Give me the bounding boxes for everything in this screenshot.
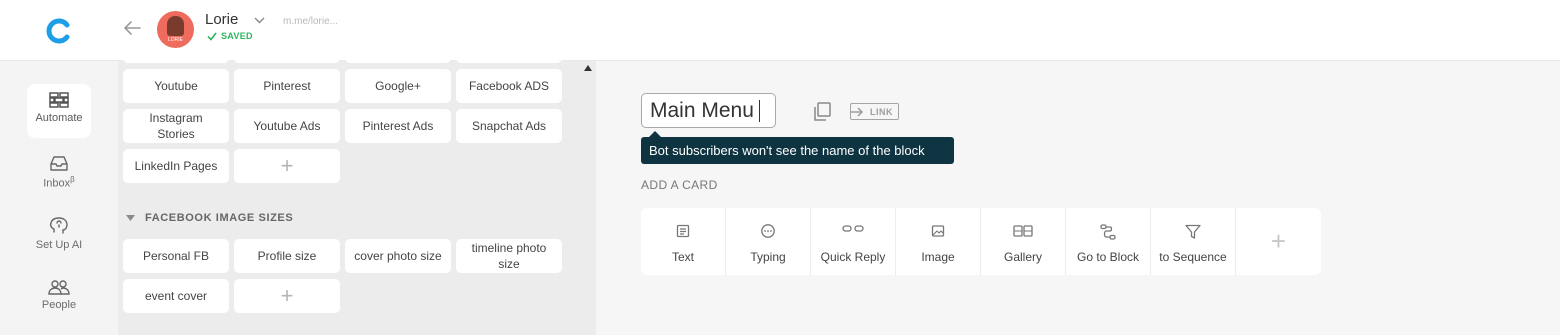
avatar-text: LORIE: [167, 37, 183, 43]
copy-icon[interactable]: [812, 102, 832, 122]
add-go-to-block-button[interactable]: Go to Block: [1066, 208, 1151, 275]
go-to-block-icon: [1100, 224, 1116, 240]
add-card-bar: Text Typing Quick Reply Image Gallery Go…: [641, 208, 1321, 275]
checkmark-icon: [207, 32, 217, 41]
block-name-tooltip: Bot subscribers won't see the name of th…: [641, 131, 954, 164]
chip-pinterest-ads[interactable]: Pinterest Ads: [345, 109, 451, 143]
cutoff-chip[interactable]: [123, 52, 229, 63]
cutoff-chip[interactable]: [345, 52, 451, 63]
section-toggle-facebook-image-sizes[interactable]: FACEBOOK IMAGE SIZES: [126, 212, 293, 224]
cutoff-chip[interactable]: [456, 52, 562, 63]
page-avatar[interactable]: LORIE: [157, 11, 194, 48]
cutoff-chip[interactable]: [234, 52, 340, 63]
add-typing-card-button[interactable]: Typing: [726, 208, 811, 275]
link-arrow-icon: [850, 107, 864, 117]
card-label-to-sequence: to Sequence: [1159, 250, 1227, 264]
text-cursor: [758, 99, 760, 122]
add-image-size-button[interactable]: +: [234, 279, 340, 313]
nav-item-automate[interactable]: Automate: [27, 84, 91, 138]
back-arrow-icon[interactable]: [120, 16, 144, 40]
nav-label-inbox: Inbox: [43, 177, 71, 190]
link-label: LINK: [870, 106, 893, 117]
add-image-card-button[interactable]: Image: [896, 208, 981, 275]
beta-badge: β: [70, 175, 75, 184]
chip-instagram-stories[interactable]: Instagram Stories: [123, 109, 229, 143]
avatar-figure: [167, 16, 184, 36]
chevron-down-icon[interactable]: [253, 14, 266, 27]
chip-linkedin-pages[interactable]: LinkedIn Pages: [123, 149, 229, 183]
nav-item-inbox[interactable]: Inboxβ: [27, 147, 91, 201]
chip-timeline-photo-size[interactable]: timeline photo size: [456, 239, 562, 273]
saved-label: SAVED: [221, 31, 253, 41]
card-label-plus: +: [1270, 226, 1287, 256]
block-name-text: Main Menu: [650, 98, 754, 122]
chip-youtube[interactable]: Youtube: [123, 69, 229, 103]
page-name[interactable]: Lorie: [205, 11, 238, 28]
text-card-icon: [676, 224, 690, 238]
triangle-down-icon: [126, 214, 135, 221]
add-plugin-button[interactable]: +: [234, 149, 340, 183]
add-to-sequence-button[interactable]: to Sequence: [1151, 208, 1236, 275]
block-name-input[interactable]: Main Menu: [641, 93, 776, 128]
panel-scrollbar[interactable]: [580, 61, 596, 335]
scroll-up-arrow-icon[interactable]: [584, 64, 592, 72]
card-label-gallery: Gallery: [1003, 250, 1042, 264]
chip-personal-fb[interactable]: Personal FB: [123, 239, 229, 273]
card-label-typing: Typing: [750, 250, 786, 264]
chatfuel-logo-icon[interactable]: [44, 16, 74, 46]
gallery-icon: [1013, 225, 1033, 237]
add-text-card-button[interactable]: Text: [641, 208, 726, 275]
filter-icon: [1185, 224, 1201, 239]
nav-item-people[interactable]: People: [27, 271, 91, 325]
nav-label-automate: Automate: [35, 112, 83, 124]
chip-cover-photo-size[interactable]: cover photo size: [345, 239, 451, 273]
people-icon: [48, 280, 70, 295]
bricks-icon: [49, 92, 69, 108]
typing-bubble-icon: [761, 224, 775, 238]
card-label-quick-reply: Quick Reply: [820, 250, 886, 264]
nav-label-setup-ai: Set Up AI: [35, 239, 83, 251]
chip-snapchat-ads[interactable]: Snapchat Ads: [456, 109, 562, 143]
card-label-image: Image: [921, 250, 955, 264]
saved-status: SAVED: [207, 31, 253, 41]
card-label-text: Text: [671, 250, 694, 264]
card-label-go-to-block: Go to Block: [1076, 250, 1140, 264]
add-gallery-card-button[interactable]: Gallery: [981, 208, 1066, 275]
page-link[interactable]: m.me/lorie...: [283, 16, 338, 27]
nav-item-setup-ai[interactable]: Set Up AI: [27, 209, 91, 263]
add-quick-reply-button[interactable]: Quick Reply: [811, 208, 896, 275]
section-title-label: FACEBOOK IMAGE SIZES: [145, 212, 294, 224]
brain-icon: [49, 217, 68, 234]
chip-profile-size[interactable]: Profile size: [234, 239, 340, 273]
image-icon: [931, 225, 945, 237]
left-nav: Automate Inboxβ Set Up AI People: [0, 61, 118, 335]
add-card-label: ADD A CARD: [641, 178, 718, 192]
inbox-icon: [50, 156, 68, 171]
add-more-cards-button[interactable]: +: [1236, 208, 1321, 275]
quick-reply-icon: [842, 225, 864, 232]
chip-pinterest[interactable]: Pinterest: [234, 69, 340, 103]
chip-facebook-ads[interactable]: Facebook ADS: [456, 69, 562, 103]
chip-google-plus[interactable]: Google+: [345, 69, 451, 103]
chip-event-cover[interactable]: event cover: [123, 279, 229, 313]
nav-label-people: People: [41, 299, 77, 311]
chip-youtube-ads[interactable]: Youtube Ads: [234, 109, 340, 143]
